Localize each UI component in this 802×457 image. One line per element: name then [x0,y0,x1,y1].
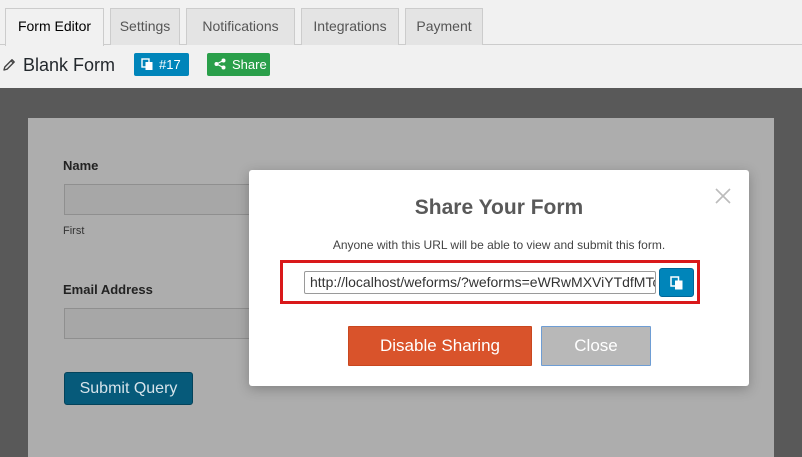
first-name-input[interactable] [64,184,264,215]
share-form-modal: Share Your Form Anyone with this URL wil… [249,170,749,386]
modal-description: Anyone with this URL will be able to vie… [332,238,666,252]
disable-sharing-button[interactable]: Disable Sharing [348,326,532,366]
tab-form-editor[interactable]: Form Editor [5,8,104,46]
close-button[interactable]: Close [541,326,651,366]
share-icon [214,58,226,70]
pencil-icon[interactable] [1,57,17,73]
form-title[interactable]: Blank Form [23,55,115,76]
share-url-input[interactable]: http://localhost/weforms/?weforms=eWRwMX… [304,271,656,294]
form-id-label: #17 [159,57,181,72]
email-input[interactable] [64,308,264,339]
share-badge[interactable]: Share [207,53,270,76]
tab-payment[interactable]: Payment [405,8,483,45]
share-badge-label: Share [232,57,267,72]
email-field-label: Email Address [63,282,153,297]
tab-settings[interactable]: Settings [110,8,180,45]
copy-icon [141,58,153,70]
first-name-sublabel: First [63,225,85,237]
tab-bar: Form Editor Settings Notifications Integ… [0,0,802,46]
modal-title: Share Your Form [414,196,584,219]
tab-notifications[interactable]: Notifications [186,8,295,45]
copy-icon [670,276,683,290]
copy-url-button[interactable] [659,268,694,297]
form-header: Blank Form #17 Share [0,46,802,88]
submit-query-button[interactable]: Submit Query [64,372,193,405]
name-field-label: Name [63,158,99,173]
share-url-highlight: http://localhost/weforms/?weforms=eWRwMX… [280,260,700,304]
tab-integrations[interactable]: Integrations [301,8,399,45]
form-id-badge[interactable]: #17 [134,53,189,76]
